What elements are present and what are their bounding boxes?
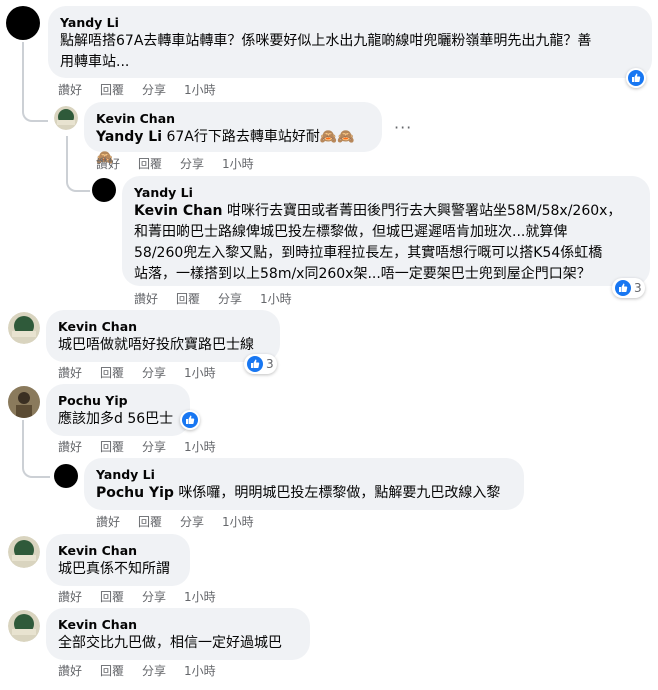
comment-bubble: Kevin Chan Yandy Li 67A行下路去轉車站好耐🙈🙈🙈 [84, 102, 382, 166]
reply-button[interactable]: 回覆 [176, 290, 200, 307]
like-icon [182, 412, 198, 428]
avatar[interactable] [8, 312, 40, 344]
reaction-count: 3 [634, 281, 642, 295]
like-icon [615, 280, 631, 296]
comment-text: 咪係囉，明明城巴投左標黎做，點解要九巴改線入黎 [173, 485, 501, 501]
avatar[interactable] [54, 464, 78, 488]
comment-bubble: Kevin Chan 城巴唔做就唔好投欣寶路巴士線 [46, 310, 280, 362]
comment-author[interactable]: Kevin Chan [58, 616, 298, 633]
comment-actions: 讚好 回覆 分享 1小時 [134, 290, 292, 307]
comment-actions: 讚好 回覆 分享 1小時 [96, 513, 254, 530]
share-button[interactable]: 分享 [142, 438, 166, 455]
comment-bubble: Yandy Li 點解唔搭67A去轉車站轉車？係咪要好似上水出九龍啲線咁兜曬粉嶺… [48, 6, 652, 78]
like-icon [247, 356, 263, 372]
comment-text: 應該加多d 56巴士 [58, 411, 174, 427]
reaction-badge[interactable]: 3 [244, 354, 277, 374]
mention-link[interactable]: Kevin Chan [134, 203, 223, 219]
comment-text: 全部交比九巴做，相信一定好過城巴 [58, 635, 282, 651]
more-options-icon[interactable]: ··· [394, 118, 412, 137]
avatar[interactable] [8, 536, 40, 568]
comment-actions: 讚好 回覆 分享 1小時 [58, 438, 216, 455]
avatar[interactable] [8, 610, 40, 642]
like-icon [628, 70, 644, 86]
comment-author[interactable]: Yandy Li [134, 184, 638, 201]
share-button[interactable]: 分享 [180, 513, 204, 530]
reply-button[interactable]: 回覆 [100, 588, 124, 605]
comment-text: 58/260兜左入黎又點，到時拉車程拉長左，其實唔想行嘅可以搭K54係虹橋 [134, 245, 603, 261]
avatar[interactable] [8, 386, 40, 418]
comment-bubble: Kevin Chan 全部交比九巴做，相信一定好過城巴 [46, 608, 310, 660]
timestamp[interactable]: 1小時 [222, 513, 254, 530]
comment-text: 咁咪行去寶田或者菁田後門行去大興警署站坐58M/58x/260x， [222, 203, 622, 219]
like-button[interactable]: 讚好 [134, 290, 158, 307]
timestamp[interactable]: 1小時 [184, 81, 216, 98]
like-button[interactable]: 讚好 [96, 513, 120, 530]
thread-line [22, 420, 50, 478]
reaction-badge[interactable] [180, 410, 200, 430]
reply-button[interactable]: 回覆 [100, 662, 124, 679]
comment-actions: 讚好 回覆 分享 1小時 [58, 364, 216, 381]
like-button[interactable]: 讚好 [58, 364, 82, 381]
mention-link[interactable]: Yandy Li [96, 129, 162, 145]
comment-actions: 讚好 回覆 分享 1小時 [58, 81, 216, 98]
comment-text: 城巴真係不知所謂 [58, 561, 170, 577]
comment-actions: 讚好 回覆 分享 1小時 [58, 662, 216, 679]
comment-author[interactable]: Kevin Chan [58, 318, 268, 335]
timestamp[interactable]: 1小時 [184, 588, 216, 605]
timestamp[interactable]: 1小時 [184, 662, 216, 679]
comment-actions: 讚好 回覆 分享 1小時 [58, 588, 216, 605]
comment-bubble: Pochu Yip 應該加多d 56巴士 [46, 384, 190, 436]
comment-bubble: Kevin Chan 城巴真係不知所謂 [46, 534, 190, 586]
like-button[interactable]: 讚好 [58, 81, 82, 98]
reaction-badge[interactable]: 3 [612, 278, 645, 298]
comment-text: 城巴唔做就唔好投欣寶路巴士線 [58, 337, 254, 353]
reply-button[interactable]: 回覆 [138, 155, 162, 172]
timestamp[interactable]: 1小時 [184, 438, 216, 455]
share-button[interactable]: 分享 [142, 662, 166, 679]
reply-button[interactable]: 回覆 [138, 513, 162, 530]
share-button[interactable]: 分享 [142, 81, 166, 98]
comment-author[interactable]: Kevin Chan [96, 110, 370, 127]
share-button[interactable]: 分享 [218, 290, 242, 307]
comment-actions: 讚好 回覆 分享 1小時 [96, 155, 254, 172]
like-button[interactable]: 讚好 [58, 662, 82, 679]
timestamp[interactable]: 1小時 [260, 290, 292, 307]
comment-bubble: Yandy Li Pochu Yip 咪係囉，明明城巴投左標黎做，點解要九巴改線… [84, 458, 524, 510]
comment-text: 和菁田啲巴士路線俾城巴投左標黎做，但城巴遲遲唔肯加班次...就算俾 [134, 224, 568, 240]
reply-button[interactable]: 回覆 [100, 364, 124, 381]
share-button[interactable]: 分享 [142, 588, 166, 605]
like-button[interactable]: 讚好 [96, 155, 120, 172]
avatar[interactable] [54, 106, 78, 130]
reaction-count: 3 [266, 357, 274, 371]
timestamp[interactable]: 1小時 [184, 364, 216, 381]
comment-author[interactable]: Yandy Li [60, 14, 640, 31]
comment-author[interactable]: Kevin Chan [58, 542, 178, 559]
comment-text: 點解唔搭67A去轉車站轉車？係咪要好似上水出九龍啲線咁兜曬粉嶺華明先出九龍？善 [60, 33, 592, 49]
comment-text: 站落，一樣搭到以上58m/x同260x架...唔一定要架巴士兜到屋企門口架？ [134, 266, 591, 282]
reply-button[interactable]: 回覆 [100, 438, 124, 455]
share-button[interactable]: 分享 [180, 155, 204, 172]
reply-button[interactable]: 回覆 [100, 81, 124, 98]
like-button[interactable]: 讚好 [58, 438, 82, 455]
mention-link[interactable]: Pochu Yip [96, 485, 174, 501]
comment-text: 用轉車站... [60, 54, 130, 70]
comment-bubble: Yandy Li Kevin Chan 咁咪行去寶田或者菁田後門行去大興警署站坐… [122, 176, 650, 286]
avatar[interactable] [6, 6, 40, 40]
avatar[interactable] [92, 178, 116, 202]
comment-author[interactable]: Yandy Li [96, 466, 512, 483]
like-button[interactable]: 讚好 [58, 588, 82, 605]
comment-author[interactable]: Pochu Yip [58, 392, 178, 409]
reaction-badge[interactable] [626, 68, 646, 88]
share-button[interactable]: 分享 [142, 364, 166, 381]
timestamp[interactable]: 1小時 [222, 155, 254, 172]
thread-line [22, 42, 48, 122]
